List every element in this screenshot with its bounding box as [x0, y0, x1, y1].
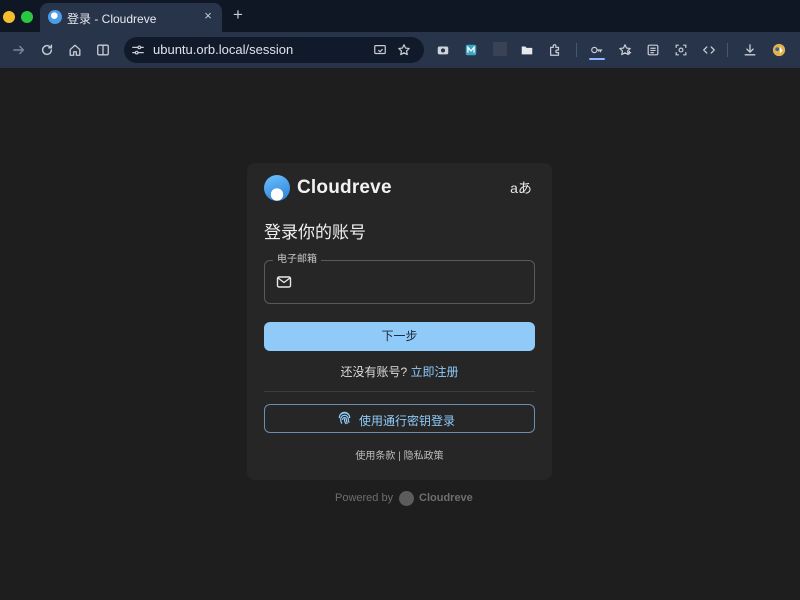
- tab-close-icon[interactable]: ×: [200, 8, 216, 24]
- folder-extension-icon[interactable]: [518, 41, 536, 59]
- cloudreve-logo-icon: [264, 175, 290, 201]
- cast-icon[interactable]: [372, 42, 388, 58]
- window-minimize-button[interactable]: [3, 11, 15, 23]
- address-bar[interactable]: ubuntu.orb.local/session: [124, 37, 424, 63]
- download-icon[interactable]: [741, 41, 759, 59]
- m-extension-icon[interactable]: [462, 41, 480, 59]
- browser-tab-active[interactable]: 登录 - Cloudreve ×: [40, 3, 222, 32]
- browser-tab-bar: 登录 - Cloudreve × +: [0, 0, 800, 32]
- passkey-login-button[interactable]: 使用通行密钥登录: [264, 404, 535, 433]
- grey-extension-icon[interactable]: [493, 42, 507, 56]
- camera-extension-icon[interactable]: [434, 41, 452, 59]
- email-field-label: 电子邮箱: [273, 254, 321, 266]
- profile-avatar-icon[interactable]: [770, 41, 788, 59]
- split-view-icon[interactable]: [94, 41, 112, 59]
- login-card: Cloudreve aあ 登录你的账号 电子邮箱 下一步 还没有账号? 立即注册…: [247, 163, 552, 480]
- passkey-button-label: 使用通行密钥登录: [359, 414, 456, 428]
- email-input[interactable]: [299, 271, 527, 293]
- email-field[interactable]: 电子邮箱: [264, 254, 535, 304]
- divider: [264, 391, 535, 392]
- next-button[interactable]: 下一步: [264, 322, 535, 351]
- url-text[interactable]: ubuntu.orb.local/session: [153, 42, 293, 57]
- screenshot-icon[interactable]: [672, 41, 690, 59]
- puzzle-extensions-icon[interactable]: [546, 41, 564, 59]
- footer-cloudreve-logo-icon: [399, 491, 414, 506]
- site-settings-icon[interactable]: [130, 42, 146, 58]
- toolbar-separator: [576, 43, 577, 57]
- footer-brand-link[interactable]: Cloudreve: [419, 492, 473, 504]
- cloudreve-favicon-icon: [48, 10, 62, 24]
- bookmark-star-icon[interactable]: [396, 42, 412, 58]
- page-title: 登录你的账号: [264, 223, 366, 242]
- signup-link[interactable]: 立即注册: [411, 365, 459, 379]
- toolbar-separator: [727, 43, 728, 57]
- favorites-star-icon[interactable]: [616, 41, 634, 59]
- developer-tools-icon[interactable]: [700, 41, 718, 59]
- privacy-link[interactable]: 隐私政策: [404, 451, 444, 462]
- active-extension-indicator: [589, 58, 605, 60]
- tab-title: 登录 - Cloudreve: [67, 12, 157, 26]
- password-key-icon[interactable]: [588, 41, 606, 59]
- fingerprint-icon: [338, 411, 351, 425]
- reload-icon[interactable]: [38, 41, 56, 59]
- brand-name: Cloudreve: [297, 177, 392, 198]
- legal-links: 使用条款 | 隐私政策: [247, 447, 552, 462]
- no-account-text: 还没有账号?: [340, 365, 408, 379]
- legal-separator: |: [395, 451, 404, 462]
- language-switch-button[interactable]: aあ: [510, 179, 532, 197]
- browser-toolbar: ubuntu.orb.local/session: [0, 32, 800, 68]
- home-icon[interactable]: [66, 41, 84, 59]
- mail-icon: [276, 276, 292, 288]
- new-tab-button[interactable]: +: [230, 6, 246, 24]
- powered-by-text: Powered by: [335, 492, 394, 504]
- signup-prompt: 还没有账号? 立即注册: [247, 363, 552, 380]
- terms-link[interactable]: 使用条款: [355, 451, 395, 462]
- forward-icon[interactable]: [10, 41, 28, 59]
- window-zoom-button[interactable]: [21, 11, 33, 23]
- reading-list-icon[interactable]: [644, 41, 662, 59]
